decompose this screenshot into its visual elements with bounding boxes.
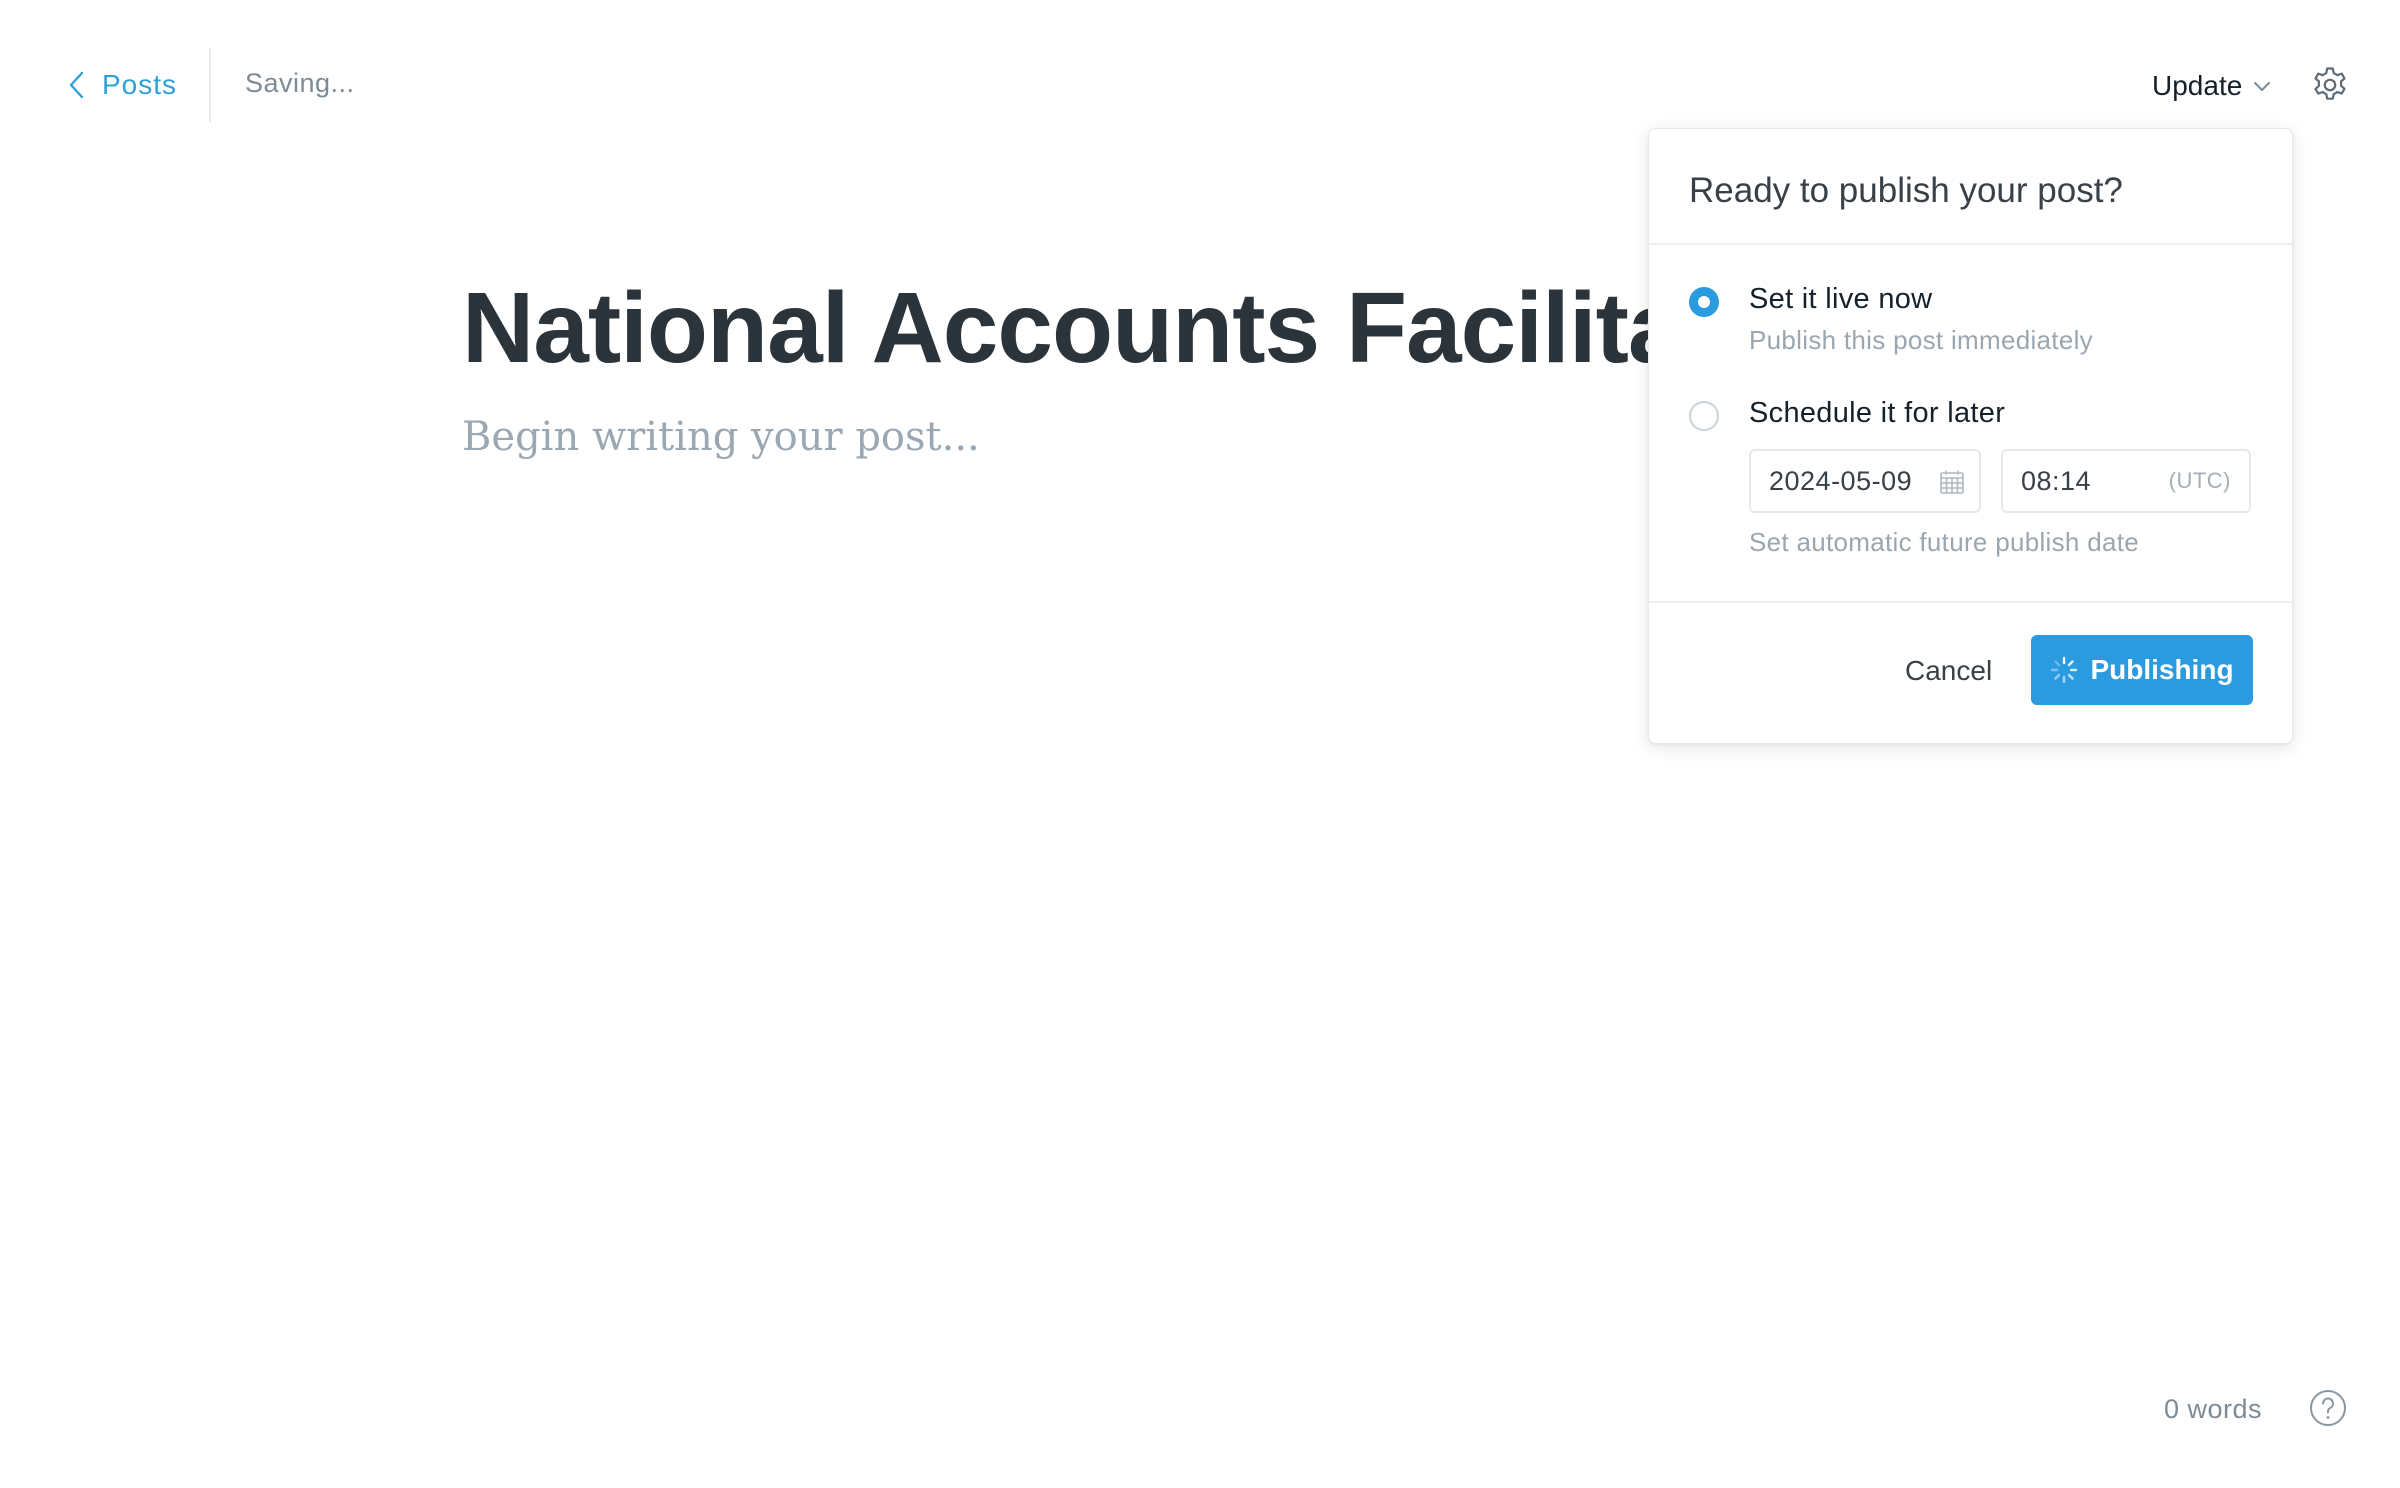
chevron-down-icon xyxy=(2254,82,2271,91)
schedule-later-label: Schedule it for later xyxy=(1749,397,2006,429)
divider xyxy=(209,48,211,122)
chevron-left-icon xyxy=(69,71,84,99)
publish-button-label: Publishing xyxy=(2090,654,2234,685)
schedule-date-input[interactable] xyxy=(1767,451,1937,511)
update-label: Update xyxy=(2152,70,2243,101)
schedule-time-input[interactable] xyxy=(2019,451,2159,511)
back-link-label: Posts xyxy=(102,69,178,100)
publish-menu-header: Ready to publish your post? xyxy=(1649,129,2292,245)
publish-now-label: Set it live now xyxy=(1749,283,1933,315)
schedule-hint: Set automatic future publish date xyxy=(1749,527,2140,557)
publish-now-radio[interactable] xyxy=(1689,287,1719,317)
schedule-time-field[interactable]: (UTC) xyxy=(2001,449,2251,513)
publish-menu: Ready to publish your post? Set it live … xyxy=(1648,128,2293,744)
save-status: Saving... xyxy=(245,68,355,98)
post-title[interactable]: National Accounts Facilitato xyxy=(462,268,1662,388)
timezone-label: (UTC) xyxy=(2168,468,2231,493)
publish-menu-title: Ready to publish your post? xyxy=(1689,171,2123,210)
calendar-icon[interactable] xyxy=(1939,469,1965,495)
back-to-posts-link[interactable]: Posts xyxy=(66,62,177,108)
update-dropdown-button[interactable]: Update xyxy=(2152,66,2272,106)
schedule-later-radio[interactable] xyxy=(1689,401,1719,431)
gear-icon[interactable] xyxy=(2310,64,2350,106)
spinner-icon xyxy=(2051,656,2078,684)
post-body-editor[interactable]: Begin writing your post... xyxy=(462,414,980,460)
cancel-button[interactable]: Cancel xyxy=(1905,655,1992,687)
schedule-date-field[interactable] xyxy=(1749,449,1981,513)
word-count: 0 words xyxy=(2164,1394,2263,1424)
publish-now-description: Publish this post immediately xyxy=(1749,325,2093,355)
publish-menu-footer: Cancel Publishing xyxy=(1649,601,2292,745)
publish-button[interactable]: Publishing xyxy=(2031,635,2253,705)
question-circle-icon[interactable] xyxy=(2308,1388,2348,1428)
